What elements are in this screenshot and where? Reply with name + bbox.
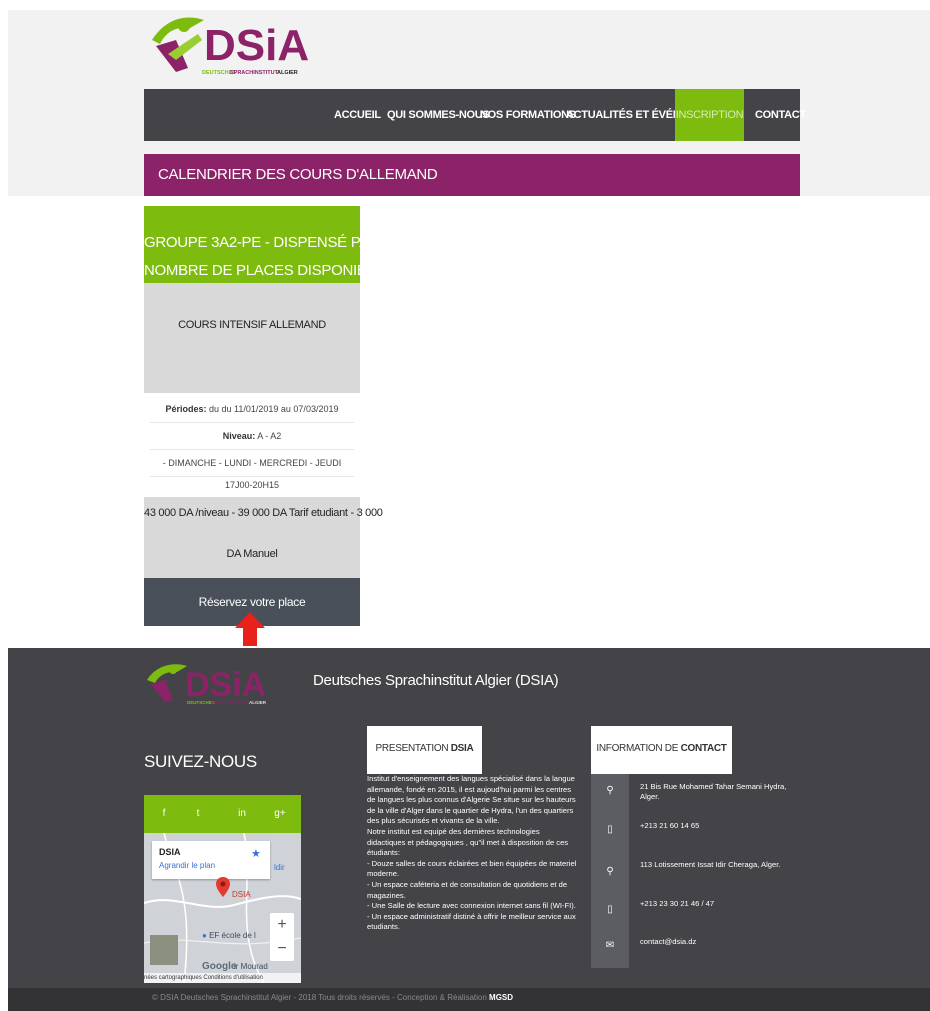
map-enlarge-link[interactable]: Agrandir le plan (159, 861, 215, 870)
map-pin-label: DSIA (232, 890, 251, 899)
follow-us-title: SUIVEZ-NOUS (144, 752, 257, 771)
map-partial-label: ir Mourad (234, 962, 268, 971)
google-logo: Google (202, 961, 237, 972)
google-map[interactable]: DSIA Agrandir le plan ★ DSIA ldir ● EF é… (144, 833, 301, 983)
presentation-paragraph: Notre institut est equipé des dernières … (367, 826, 569, 858)
contact-tab-text: INFORMATION DE (596, 743, 681, 754)
contact-address-1: 21 Bis Rue Mohamed Tahar Semani Hydra, A… (640, 782, 787, 802)
twitter-icon[interactable]: t (186, 795, 210, 833)
level-label: Niveau: (222, 431, 256, 441)
presentation-tab-bold: DSIA (450, 743, 474, 754)
course-card: GROUPE 3A2-PE - DISPENSÉ PAR : - - NOMBR… (144, 206, 412, 626)
google-plus-icon[interactable]: g+ (268, 795, 292, 833)
periods-label: Périodes: (165, 404, 207, 414)
presentation-tab-text: PRESENTATION (375, 743, 451, 754)
contact-phone-2[interactable]: +213 23 30 21 46 / 47 (640, 899, 800, 909)
logo-letters: DSiA (204, 21, 309, 70)
linkedin-icon[interactable]: in (230, 795, 254, 833)
social-bar: f t in g+ (144, 795, 301, 833)
nav-item-contact[interactable]: CONTACT (755, 89, 806, 141)
course-periods: Périodes: du du 11/01/2019 au 07/03/2019 (150, 396, 354, 423)
zoom-in-button[interactable]: + (270, 913, 294, 937)
course-price: 43 000 DA /niveau - 39 000 DA Tarif etud… (144, 497, 383, 578)
contact-list: ⚲ 21 Bis Rue Mohamed Tahar Semani Hydra,… (591, 774, 801, 968)
envelope-icon: ✉ (605, 940, 615, 951)
nav-item-inscription[interactable]: INSCRIPTION (675, 89, 744, 141)
presentation-tab[interactable]: PRESENTATION DSIA (367, 726, 482, 774)
star-icon[interactable]: ★ (251, 847, 261, 860)
presentation-text: Institut d'enseignement des langues spéc… (367, 774, 579, 933)
contact-address-2: 113 Lotissement Issat Idir Cheraga, Alge… (640, 860, 781, 869)
map-pin-icon[interactable] (216, 877, 230, 897)
map-attribution: nées cartographiques Conditions d'utilis… (144, 973, 301, 983)
presentation-paragraph: - Un espace administratif distiné à offr… (367, 911, 576, 932)
map-pin-icon: ⚲ (606, 785, 614, 796)
presentation-paragraph: - Douze salles de cours éclairées et bie… (367, 858, 577, 879)
calendar-title: CALENDRIER DES COURS D'ALLEMAND (144, 154, 800, 196)
copyright: © DSIA Deutsches Sprachinstitut Algier -… (152, 993, 513, 1002)
footer-dsia-logo[interactable]: DSiA DEUTSCHES SPRACHINSTITUT ALGIER (145, 660, 285, 706)
periods-value: du du 11/01/2019 au 07/03/2019 (206, 404, 339, 414)
course-level: Niveau: A - A2 (150, 423, 354, 450)
zoom-out-button[interactable]: − (270, 937, 294, 961)
course-card-header: GROUPE 3A2-PE - DISPENSÉ PAR : - - NOMBR… (144, 206, 412, 283)
contact-phone-1[interactable]: +213 21 60 14 65 (640, 821, 800, 831)
red-arrow-up-icon (235, 612, 265, 646)
dsia-logo[interactable]: DSiA DEUTSCHES SPRACHINSTITUT ALGIER (146, 10, 336, 80)
map-pin-icon: ⚲ (606, 866, 614, 877)
map-poi-label: ● EF école de l (202, 931, 256, 940)
course-hours: 17J00-20H15 (224, 480, 280, 490)
nav-item-accueil[interactable]: ACCUEIL (334, 89, 381, 141)
presentation-paragraph: - Un espace caféteria et de consultation… (367, 879, 568, 900)
contact-tab-bold: CONTACT (680, 743, 727, 754)
footer-logo-letters: DSiA (185, 666, 266, 704)
phone-icon: ▯ (607, 824, 613, 835)
map-zoom-control: + − (270, 913, 294, 961)
course-places-line: NOMBRE DE PLACES DISPONIBLE : 18 (144, 262, 412, 279)
level-value: A - A2 (255, 431, 282, 441)
map-road-label: ldir (274, 863, 285, 872)
nav-item-nos-formations[interactable]: NOS FORMATIONS (480, 89, 576, 141)
map-poi-text: EF école de l (209, 931, 256, 940)
main-nav: ACCUEIL QUI SOMMES-NOUS NOS FORMATIONS A… (144, 89, 806, 141)
poi-pin-icon: ● (202, 931, 207, 940)
footer-logo-tagline-b: SPRACHINSTITUT (211, 700, 251, 705)
phone-icon: ▯ (607, 904, 613, 915)
copyright-link[interactable]: MGSD (489, 993, 513, 1002)
contact-email[interactable]: contact@dsia.dz (640, 937, 800, 947)
contact-tab[interactable]: INFORMATION DE CONTACT (591, 726, 732, 774)
map-place-card: DSIA Agrandir le plan ★ (152, 841, 270, 879)
footer-title: Deutsches Sprachinstitut Algier (DSIA) (313, 672, 559, 689)
price-line-1: 43 000 DA /niveau - 39 000 DA Tarif etud… (144, 507, 383, 519)
course-type: COURS INTENSIF ALLEMAND (144, 283, 360, 393)
logo-tagline-c: ALGIER (277, 70, 298, 76)
price-line-2: DA Manuel (226, 548, 278, 560)
presentation-paragraph: Institut d'enseignement des langues spéc… (367, 774, 576, 826)
course-group-line: GROUPE 3A2-PE - DISPENSÉ PAR : - - (144, 234, 405, 251)
map-place-name: DSIA (159, 847, 181, 857)
nav-item-qui-sommes-nous[interactable]: QUI SOMMES-NOUS (387, 89, 490, 141)
bottom-bar: © DSIA Deutsches Sprachinstitut Algier -… (8, 988, 930, 1011)
logo-tagline-b: SPRACHINSTITUT (230, 70, 279, 76)
presentation-paragraph: - Une Salle de lecture avec connexion in… (367, 901, 576, 911)
copyright-text: © DSIA Deutsches Sprachinstitut Algier -… (152, 993, 490, 1002)
footer-logo-tagline-c: ALGIER (249, 700, 267, 705)
facebook-icon[interactable]: f (152, 795, 176, 833)
